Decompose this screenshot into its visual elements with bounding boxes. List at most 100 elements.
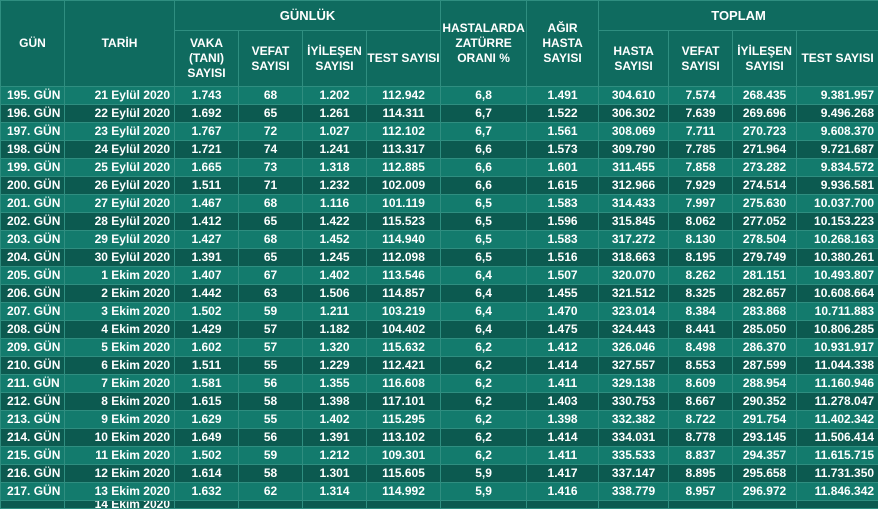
cell-vefat: 63 [239,285,303,303]
cell-tarih: 22 Eylül 2020 [65,105,175,123]
table-row-partial: 14 Ekim 2020 [1,501,878,509]
cell-test: 102.009 [367,177,441,195]
cell-test: 103.219 [367,303,441,321]
cell-toplam-iyilesen: 274.514 [733,177,797,195]
cell-toplam-vefat: 7.785 [669,141,733,159]
cell-toplam-vefat: 8.498 [669,339,733,357]
cell-agir-hasta: 1.398 [527,411,599,429]
cell-agir-hasta: 1.475 [527,321,599,339]
cell-vefat: 56 [239,429,303,447]
table-row: 216. GÜN12 Ekim 20201.614581.301115.6055… [1,465,878,483]
table-row: 208. GÜN4 Ekim 20201.429571.182104.4026,… [1,321,878,339]
cell-toplam-hasta: 318.663 [599,249,669,267]
cell-vefat: 58 [239,465,303,483]
table-row: 213. GÜN9 Ekim 20201.629551.402115.2956,… [1,411,878,429]
cell-toplam-hasta: 324.443 [599,321,669,339]
cell-gun: 217. GÜN [1,483,65,501]
col-tarih: TARİH [65,1,175,87]
cell-vefat: 55 [239,357,303,375]
cell-agir-hasta: 1.615 [527,177,599,195]
cell-vefat: 59 [239,303,303,321]
cell-vefat: 74 [239,141,303,159]
cell-toplam-hasta: 326.046 [599,339,669,357]
cell-gun: 198. GÜN [1,141,65,159]
table-row: 196. GÜN22 Eylül 20201.692651.261114.311… [1,105,878,123]
cell-toplam-hasta: 337.147 [599,465,669,483]
table-row: 200. GÜN26 Eylül 20201.511711.232102.009… [1,177,878,195]
cell-toplam-vefat: 7.711 [669,123,733,141]
cell-vefat: 71 [239,177,303,195]
cell-gun: 211. GÜN [1,375,65,393]
cell-toplam-vefat: 8.195 [669,249,733,267]
cell-vefat: 65 [239,249,303,267]
cell-iyilesen: 1.261 [303,105,367,123]
cell-toplam-hasta: 335.533 [599,447,669,465]
cell-gun: 216. GÜN [1,465,65,483]
cell-tarih: 6 Ekim 2020 [65,357,175,375]
cell-toplam-iyilesen: 278.504 [733,231,797,249]
table-row: 198. GÜN24 Eylül 20201.721741.241113.317… [1,141,878,159]
cell-toplam-vefat: 8.325 [669,285,733,303]
covid-data-table: GÜN TARİH GÜNLÜK HASTALARDA ZATÜRRE ORAN… [0,0,878,509]
cell-test: 112.102 [367,123,441,141]
cell-toplam-hasta: 332.382 [599,411,669,429]
cell-test: 115.523 [367,213,441,231]
table-row: 215. GÜN11 Ekim 20201.502591.212109.3016… [1,447,878,465]
cell-agir-hasta: 1.403 [527,393,599,411]
cell-zaturre: 6,5 [441,249,527,267]
cell-tarih: 28 Eylül 2020 [65,213,175,231]
table-row: 214. GÜN10 Ekim 20201.649561.391113.1026… [1,429,878,447]
cell-iyilesen: 1.402 [303,267,367,285]
cell-tarih: 8 Ekim 2020 [65,393,175,411]
cell-toplam-hasta: 304.610 [599,87,669,105]
cell-gun: 197. GÜN [1,123,65,141]
cell-tarih: 29 Eylül 2020 [65,231,175,249]
cell-vefat: 68 [239,87,303,105]
cell-test: 115.605 [367,465,441,483]
cell-toplam-vefat: 8.837 [669,447,733,465]
cell-toplam-test: 11.731.350 [797,465,878,483]
cell-vefat: 58 [239,393,303,411]
cell-vefat: 73 [239,159,303,177]
cell-vefat: 59 [239,447,303,465]
cell-gun: 195. GÜN [1,87,65,105]
cell-zaturre [441,501,527,509]
table-row: 197. GÜN23 Eylül 20201.767721.027112.102… [1,123,878,141]
cell-vaka: 1.467 [175,195,239,213]
cell-vaka: 1.602 [175,339,239,357]
col-iyilesen: İYİLEŞEN SAYISI [303,31,367,87]
table-header: GÜN TARİH GÜNLÜK HASTALARDA ZATÜRRE ORAN… [1,1,878,87]
group-gunluk: GÜNLÜK [175,1,441,31]
cell-tarih: 24 Eylül 2020 [65,141,175,159]
cell-test: 112.421 [367,357,441,375]
cell-vefat: 67 [239,267,303,285]
cell-toplam-hasta: 311.455 [599,159,669,177]
cell-toplam-hasta: 327.557 [599,357,669,375]
cell-toplam-test [797,501,878,509]
cell-toplam-vefat: 8.778 [669,429,733,447]
cell-toplam-test: 11.278.047 [797,393,878,411]
cell-gun: 209. GÜN [1,339,65,357]
cell-vaka: 1.511 [175,357,239,375]
cell-tarih: 25 Eylül 2020 [65,159,175,177]
cell-zaturre: 6,2 [441,357,527,375]
cell-zaturre: 6,2 [441,411,527,429]
cell-iyilesen: 1.229 [303,357,367,375]
cell-test: 101.119 [367,195,441,213]
cell-toplam-iyilesen [733,501,797,509]
cell-toplam-hasta: 338.779 [599,483,669,501]
cell-toplam-vefat: 8.609 [669,375,733,393]
cell-agir-hasta: 1.601 [527,159,599,177]
cell-tarih: 10 Ekim 2020 [65,429,175,447]
cell-vefat: 57 [239,321,303,339]
cell-toplam-hasta: 334.031 [599,429,669,447]
cell-tarih: 9 Ekim 2020 [65,411,175,429]
cell-toplam-test: 10.806.285 [797,321,878,339]
cell-gun: 200. GÜN [1,177,65,195]
cell-iyilesen: 1.318 [303,159,367,177]
cell-vefat: 65 [239,213,303,231]
cell-toplam-hasta: 321.512 [599,285,669,303]
cell-toplam-test: 10.931.917 [797,339,878,357]
cell-toplam-iyilesen: 281.151 [733,267,797,285]
cell-vaka: 1.665 [175,159,239,177]
